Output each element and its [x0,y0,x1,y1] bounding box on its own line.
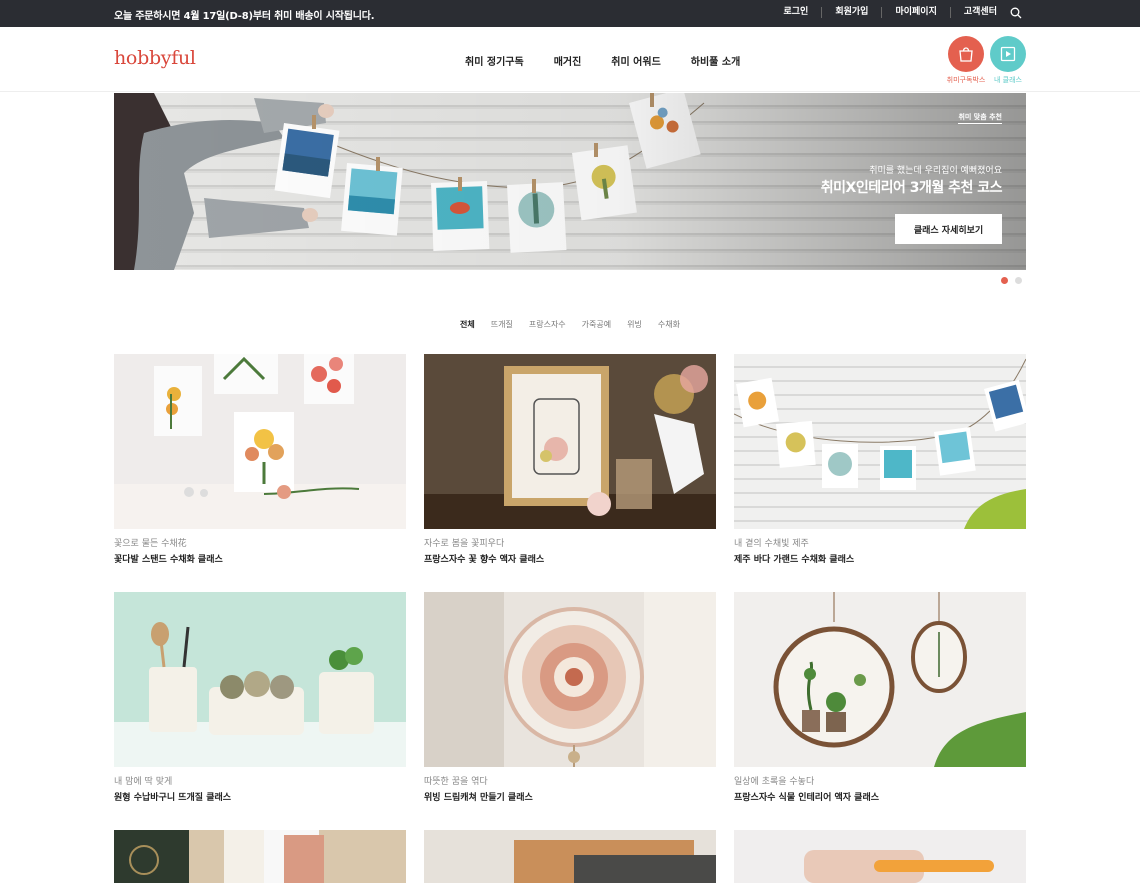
class-thumbnail[interactable] [114,592,406,767]
logo[interactable]: hobbyful [114,47,196,69]
class-card[interactable]: 내 맘에 딱 맞게 원형 수납바구니 뜨개질 클래스 [114,592,406,803]
subscription-box-button[interactable]: 취미구독박스 [946,36,986,85]
category-weaving[interactable]: 위빙 [627,319,642,330]
category-leather[interactable]: 가죽공예 [582,319,611,330]
class-thumbnail[interactable] [424,354,716,529]
category-all[interactable]: 전체 [460,319,475,330]
site-header: hobbyful 취미 정기구독 매거진 취미 어워드 하비풀 소개 취미구독박… [0,27,1140,92]
class-subtitle: 꽃으로 물든 수채花 [114,539,187,549]
shopping-bag-icon [948,36,984,72]
utility-links: 로그인 회원가입 마이페이지 고객센터 [771,7,1011,18]
class-title[interactable]: 프랑스자수 식물 인테리어 액자 클래스 [734,790,1026,803]
class-thumbnail[interactable] [114,830,406,883]
class-thumbnail[interactable] [734,592,1026,767]
category-watercolor[interactable]: 수채화 [658,319,680,330]
mypage-link[interactable]: 마이페이지 [881,7,949,18]
class-title[interactable]: 원형 수납바구니 뜨개질 클래스 [114,790,406,803]
shipping-notice: 오늘 주문하시면 4월 17일(D-8)부터 취미 배송이 시작됩니다. [114,11,375,22]
carousel-dot-2[interactable] [1015,277,1022,284]
hero-subtitle: 취미를 했는데 우리집이 예뻐졌어요 [869,166,1002,176]
class-subtitle: 내 맘에 딱 맞게 [114,777,173,787]
class-title[interactable]: 위빙 드림캐쳐 만들기 클래스 [424,790,716,803]
nav-about[interactable]: 하비풀 소개 [691,53,740,68]
class-thumbnail[interactable] [114,354,406,529]
my-class-label: 내 클래스 [994,76,1022,84]
carousel-indicators [1001,277,1029,284]
category-filter: 전체 뜨개질 프랑스자수 가죽공예 위빙 수채화 [0,319,1140,330]
class-card[interactable]: 일상에 초록을 수놓다 프랑스자수 식물 인테리어 액자 클래스 [734,592,1026,803]
category-knitting[interactable]: 뜨개질 [491,319,513,330]
nav-magazine[interactable]: 매거진 [554,53,582,68]
class-detail-button[interactable]: 클래스 자세히보기 [895,214,1002,244]
class-title[interactable]: 프랑스자수 꽃 향수 액자 클래스 [424,552,716,565]
class-title[interactable]: 제주 바다 가랜드 수채화 클래스 [734,552,1026,565]
subscription-box-label: 취미구독박스 [946,76,986,84]
login-link[interactable]: 로그인 [771,7,822,18]
class-subtitle: 내 곁의 수채빛 제주 [734,539,809,549]
class-card[interactable]: 꽃으로 물든 수채花 꽃다발 스탠드 수채화 클래스 [114,354,406,565]
search-icon[interactable] [1010,7,1022,19]
nav-awards[interactable]: 취미 어워드 [611,53,660,68]
class-thumbnail[interactable] [734,354,1026,529]
class-thumbnail[interactable] [424,592,716,767]
announcement-bar: 오늘 주문하시면 4월 17일(D-8)부터 취미 배송이 시작됩니다. 로그인… [0,0,1140,27]
hero-tag: 취미 맞춤 추천 [958,112,1002,124]
class-card[interactable] [424,830,716,883]
class-card[interactable]: 자수로 봄을 꽃피우다 프랑스자수 꽃 향수 액자 클래스 [424,354,716,565]
class-subtitle: 일상에 초록을 수놓다 [734,777,815,787]
main-nav: 취미 정기구독 매거진 취미 어워드 하비풀 소개 [465,53,770,68]
class-thumbnail[interactable] [424,830,716,883]
carousel-dot-1[interactable] [1001,277,1008,284]
class-card[interactable]: 따뜻한 꿈을 엮다 위빙 드림캐쳐 만들기 클래스 [424,592,716,803]
class-title[interactable]: 꽃다발 스탠드 수채화 클래스 [114,552,406,565]
class-card[interactable] [734,830,1026,883]
class-thumbnail[interactable] [734,830,1026,883]
hero-banner[interactable]: 취미 맞춤 추천 취미를 했는데 우리집이 예뻐졌어요 취미X인테리어 3개월 … [114,93,1026,270]
nav-subscription[interactable]: 취미 정기구독 [465,53,524,68]
class-card[interactable]: 내 곁의 수채빛 제주 제주 바다 가랜드 수채화 클래스 [734,354,1026,565]
play-icon [990,36,1026,72]
class-subtitle: 따뜻한 꿈을 엮다 [424,777,488,787]
category-embroidery[interactable]: 프랑스자수 [529,319,566,330]
my-class-button[interactable]: 내 클래스 [988,36,1028,85]
class-card[interactable] [114,830,406,883]
class-subtitle: 자수로 봄을 꽃피우다 [424,539,505,549]
customer-center-link[interactable]: 고객센터 [949,7,1010,18]
hero-title: 취미X인테리어 3개월 추천 코스 [820,180,1003,196]
signup-link[interactable]: 회원가입 [821,7,881,18]
